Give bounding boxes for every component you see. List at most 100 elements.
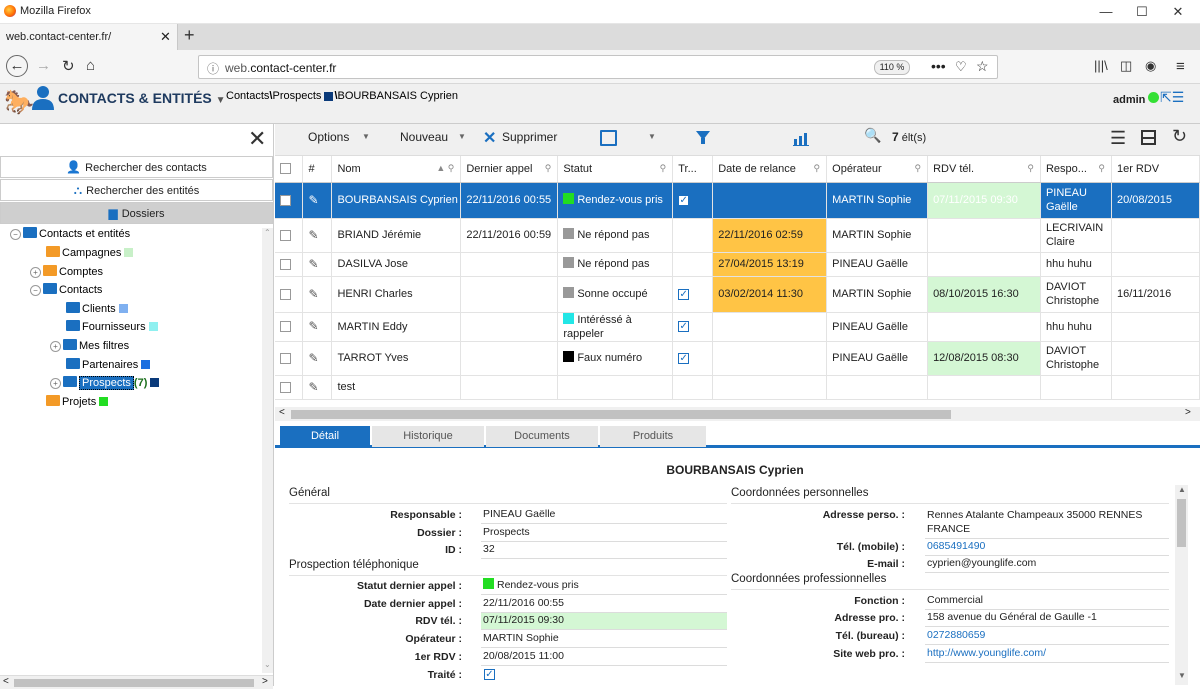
calculator-dropdown-icon[interactable]: ▼ xyxy=(648,132,656,141)
cell-edit[interactable]: ✎ xyxy=(302,375,333,400)
logout-database-icon[interactable]: ⇱☰ xyxy=(1160,89,1184,106)
cell-respo[interactable]: PINEAU Gaëlle xyxy=(1040,182,1112,219)
options-dropdown-icon[interactable]: ▼ xyxy=(362,132,370,141)
column-header-relance[interactable]: Date de relance ⚲ xyxy=(712,156,828,183)
cell-edit[interactable]: ✎ xyxy=(302,341,333,376)
cell-select[interactable] xyxy=(275,276,304,313)
scroll-thumb[interactable] xyxy=(14,679,254,687)
cell-respo[interactable] xyxy=(1040,375,1112,400)
tree-item-mes-filtres[interactable]: + Mes filtres xyxy=(50,339,129,352)
cell-relance[interactable]: 22/11/2016 02:59 xyxy=(712,218,828,253)
minimize-button[interactable]: — xyxy=(1088,2,1124,22)
tree-root[interactable]: − Contacts et entités xyxy=(10,227,130,240)
row-checkbox[interactable] xyxy=(280,258,291,270)
column-header-rdv[interactable]: RDV tél. ⚲ xyxy=(927,156,1041,183)
cell-premier-rdv[interactable] xyxy=(1111,312,1200,342)
scroll-right-icon[interactable]: > xyxy=(1185,407,1191,418)
value-email[interactable]: cyprien@younglife.com xyxy=(925,556,1169,573)
cell-nom[interactable]: HENRI Charles xyxy=(331,276,462,313)
value-site-web[interactable]: http://www.younglife.com/ xyxy=(925,646,1169,663)
cell-dernier-appel[interactable]: 22/11/2016 00:55 xyxy=(460,182,559,219)
site-info-icon[interactable]: ⓘ xyxy=(207,60,219,77)
column-header-operateur[interactable]: Opérateur ⚲ xyxy=(826,156,929,183)
scroll-up-icon[interactable]: ▲ xyxy=(1178,485,1186,494)
user-name[interactable]: admin xyxy=(1113,94,1145,106)
scroll-thumb[interactable] xyxy=(1177,499,1186,547)
scroll-left-icon[interactable]: < xyxy=(3,676,9,687)
scroll-right-icon[interactable]: > xyxy=(262,676,268,687)
chart-icon[interactable] xyxy=(793,130,809,146)
delete-button[interactable]: Supprimer xyxy=(502,130,557,144)
cell-respo[interactable]: LECRIVAIN Claire xyxy=(1040,218,1112,253)
new-menu[interactable]: Nouveau xyxy=(400,130,448,144)
column-menu-icon[interactable]: ☰ xyxy=(1110,128,1126,149)
cell-respo[interactable]: hhu huhu xyxy=(1040,312,1112,342)
column-header-premier-rdv[interactable]: 1er RDV xyxy=(1111,156,1200,183)
cell-statut[interactable]: Rendez-vous pris xyxy=(557,182,674,219)
column-header-nom[interactable]: Nom ▲ ⚲ xyxy=(331,156,462,183)
collapse-icon[interactable]: − xyxy=(30,285,41,296)
cell-traite[interactable] xyxy=(672,312,714,342)
cell-traite[interactable] xyxy=(672,341,714,376)
column-header-respo[interactable]: Respo... ⚲ xyxy=(1040,156,1112,183)
cell-statut[interactable] xyxy=(557,375,674,400)
row-checkbox[interactable] xyxy=(280,352,291,364)
cell-operateur[interactable]: PINEAU Gaëlle xyxy=(826,312,929,342)
scroll-down-icon[interactable]: ▼ xyxy=(1178,671,1186,680)
cell-nom[interactable]: TARROT Yves xyxy=(331,341,462,376)
cell-relance[interactable] xyxy=(712,182,828,219)
cell-statut[interactable]: Intéréssé à rappeler xyxy=(557,312,674,342)
search-contacts-button[interactable]: 👤 Rechercher des contacts xyxy=(0,156,273,178)
extension-icon[interactable]: ◉ xyxy=(1145,58,1156,74)
cell-dernier-appel[interactable]: 22/11/2016 00:59 xyxy=(460,218,559,253)
split-view-icon[interactable] xyxy=(1141,130,1156,145)
filter-icon[interactable]: ⚲ xyxy=(1098,163,1105,174)
filter-icon[interactable]: ⚲ xyxy=(545,163,552,174)
table-row[interactable]: ✎ DASILVA Jose Ne répond pas 27/04/2015 13:… xyxy=(275,252,1200,277)
edit-pencil-icon[interactable]: ✎ xyxy=(308,287,318,301)
delete-x-icon[interactable]: ✕ xyxy=(483,128,496,148)
tab-historique[interactable]: Historique xyxy=(372,426,484,447)
scroll-up-icon[interactable]: ⌃ xyxy=(264,228,271,237)
cell-premier-rdv[interactable] xyxy=(1111,218,1200,253)
select-all-checkbox[interactable] xyxy=(280,163,291,175)
cell-respo[interactable]: hhu huhu xyxy=(1040,252,1112,277)
search-icon[interactable]: 🔍 xyxy=(864,127,881,144)
cell-rdv[interactable] xyxy=(927,375,1041,400)
table-row[interactable]: ✎ BOURBANSAIS Cyprien 22/11/2016 00:55 Rend… xyxy=(275,182,1200,219)
close-tab-icon[interactable]: ✕ xyxy=(160,29,171,45)
cell-dernier-appel[interactable] xyxy=(460,312,559,342)
cell-edit[interactable]: ✎ xyxy=(302,218,333,253)
cell-select[interactable] xyxy=(275,182,304,219)
tree-item-clients[interactable]: Clients xyxy=(66,302,128,315)
scroll-left-icon[interactable]: < xyxy=(279,407,285,418)
cell-operateur[interactable]: PINEAU Gaëlle xyxy=(826,341,929,376)
cell-select[interactable] xyxy=(275,341,304,376)
close-panel-icon[interactable]: ✕ xyxy=(248,126,266,152)
value-tel-bureau[interactable]: 0272880659 xyxy=(925,628,1169,645)
cell-traite[interactable] xyxy=(672,182,714,219)
column-header-traite[interactable]: Tr... xyxy=(672,156,714,183)
cell-operateur[interactable]: MARTIN Sophie xyxy=(826,276,929,313)
select-all-column[interactable] xyxy=(275,156,304,183)
left-vertical-scrollbar[interactable]: ⌃ ⌄ xyxy=(262,228,273,673)
edit-pencil-icon[interactable]: ✎ xyxy=(308,257,318,271)
tree-item-contacts[interactable]: − Contacts xyxy=(30,283,102,296)
table-row[interactable]: ✎ BRIAND Jérémie 22/11/2016 00:59 Ne répond… xyxy=(275,218,1200,253)
breadcrumb-prospects[interactable]: Prospects xyxy=(272,90,321,102)
app-title-menu[interactable]: CONTACTS & ENTITÉS ▼ xyxy=(58,90,226,106)
cell-dernier-appel[interactable] xyxy=(460,341,559,376)
cell-select[interactable] xyxy=(275,312,304,342)
cell-rdv[interactable] xyxy=(927,218,1041,253)
cell-nom[interactable]: test xyxy=(331,375,462,400)
reload-button[interactable]: ↻ xyxy=(62,57,75,75)
cell-rdv[interactable] xyxy=(927,252,1041,277)
home-button[interactable]: ⌂ xyxy=(86,57,95,74)
filter-icon[interactable]: ⚲ xyxy=(660,163,667,174)
options-menu[interactable]: Options xyxy=(308,130,349,144)
left-horizontal-scrollbar[interactable]: < > xyxy=(0,675,273,689)
value-tel-mobile[interactable]: 0685491490 xyxy=(925,539,1169,556)
cell-select[interactable] xyxy=(275,375,304,400)
url-bar[interactable]: ⓘ web.contact-center.fr 110 % ••• ♡ ☆ xyxy=(198,55,998,79)
column-header-dernier-appel[interactable]: Dernier appel ⚲ xyxy=(460,156,559,183)
